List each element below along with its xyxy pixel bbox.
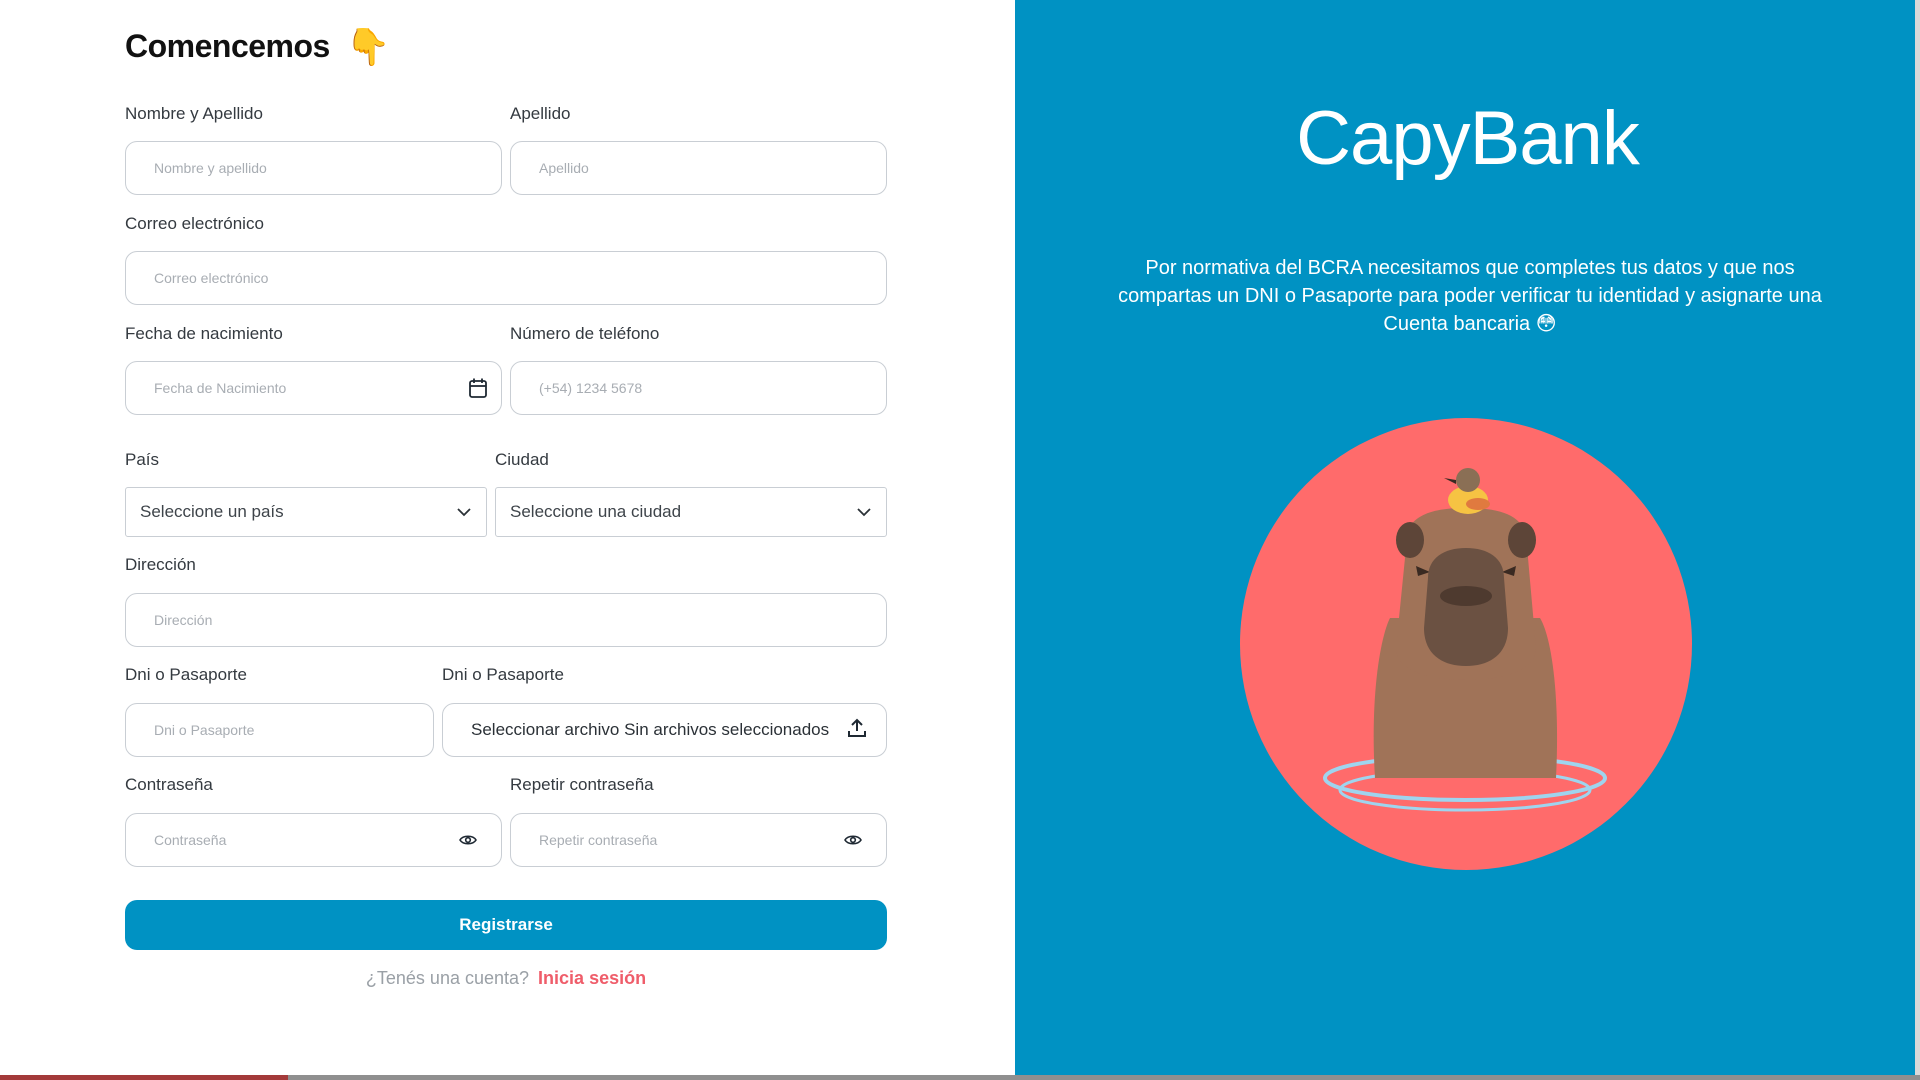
login-prompt: ¿Tenés una cuenta? Inicia sesión [125, 968, 887, 989]
register-button[interactable]: Registrarse [125, 900, 887, 950]
city-select-value: Seleccione una ciudad [510, 502, 682, 521]
city-select[interactable]: Seleccione una ciudad [495, 487, 887, 537]
login-question: ¿Tenés una cuenta? [365, 968, 530, 988]
dni-label: Dni o Pasaporte [125, 665, 247, 684]
pointing-down-emoji: 👇 [345, 25, 391, 67]
email-input[interactable]: Correo electrónico [125, 251, 887, 305]
brand-logo: CapyBank [1296, 96, 1640, 181]
first-name-input[interactable]: Nombre y apellido [125, 141, 502, 195]
chevron-down-icon [456, 502, 472, 522]
country-select-value: Seleccione un país [140, 502, 284, 521]
first-name-placeholder: Nombre y apellido [154, 160, 267, 176]
phone-label: Número de teléfono [510, 324, 660, 343]
email-label: Correo electrónico [125, 214, 264, 233]
address-label: Dirección [125, 555, 196, 574]
password-repeat-input[interactable]: Repetir contraseña [510, 813, 887, 867]
last-name-input[interactable]: Apellido [510, 141, 887, 195]
address-placeholder: Dirección [154, 612, 213, 628]
password-input[interactable]: Contraseña [125, 813, 502, 867]
upload-icon[interactable] [846, 717, 868, 744]
hero-description: Por normativa del BCRA necesitamos que c… [1118, 257, 1822, 335]
password-repeat-label: Repetir contraseña [510, 775, 654, 794]
country-select[interactable]: Seleccione un país [125, 487, 487, 537]
file-input-text: Seleccionar archivo Sin archivos selecci… [471, 720, 830, 739]
login-link[interactable]: Inicia sesión [538, 968, 646, 988]
password-repeat-placeholder: Repetir contraseña [539, 832, 658, 848]
page-title: Comencemos [125, 28, 330, 64]
password-label: Contraseña [125, 775, 213, 794]
eye-icon[interactable] [842, 829, 864, 851]
last-name-label: Apellido [510, 104, 571, 123]
last-name-placeholder: Apellido [539, 160, 589, 176]
dni-placeholder: Dni o Pasaporte [154, 722, 255, 738]
email-placeholder: Correo electrónico [154, 270, 269, 286]
capybara-illustration [1240, 418, 1692, 870]
horizontal-scrollbar[interactable] [0, 1075, 1920, 1080]
country-label: País [125, 450, 160, 469]
eye-icon[interactable] [457, 829, 479, 851]
phone-placeholder: (+54) 1234 5678 [539, 380, 643, 396]
calendar-icon[interactable] [467, 377, 489, 399]
dni-file-label: Dni o Pasaporte [442, 665, 564, 684]
phone-input[interactable]: (+54) 1234 5678 [510, 361, 887, 415]
scrollbar-thumb[interactable] [0, 1075, 288, 1080]
dni-input[interactable]: Dni o Pasaporte [125, 703, 434, 757]
chevron-down-icon [856, 502, 872, 522]
first-name-label: Nombre y Apellido [125, 104, 263, 123]
city-label: Ciudad [495, 450, 549, 469]
form-heading: Comencemos 👇 [125, 28, 391, 65]
birthdate-input[interactable]: Fecha de Nacimiento [125, 361, 502, 415]
password-placeholder: Contraseña [154, 832, 227, 848]
birthdate-label: Fecha de nacimiento [125, 324, 283, 343]
birthdate-placeholder: Fecha de Nacimiento [154, 380, 287, 396]
address-input[interactable]: Dirección [125, 593, 887, 647]
dni-file-input[interactable]: Seleccionar archivo Sin archivos selecci… [442, 703, 887, 757]
